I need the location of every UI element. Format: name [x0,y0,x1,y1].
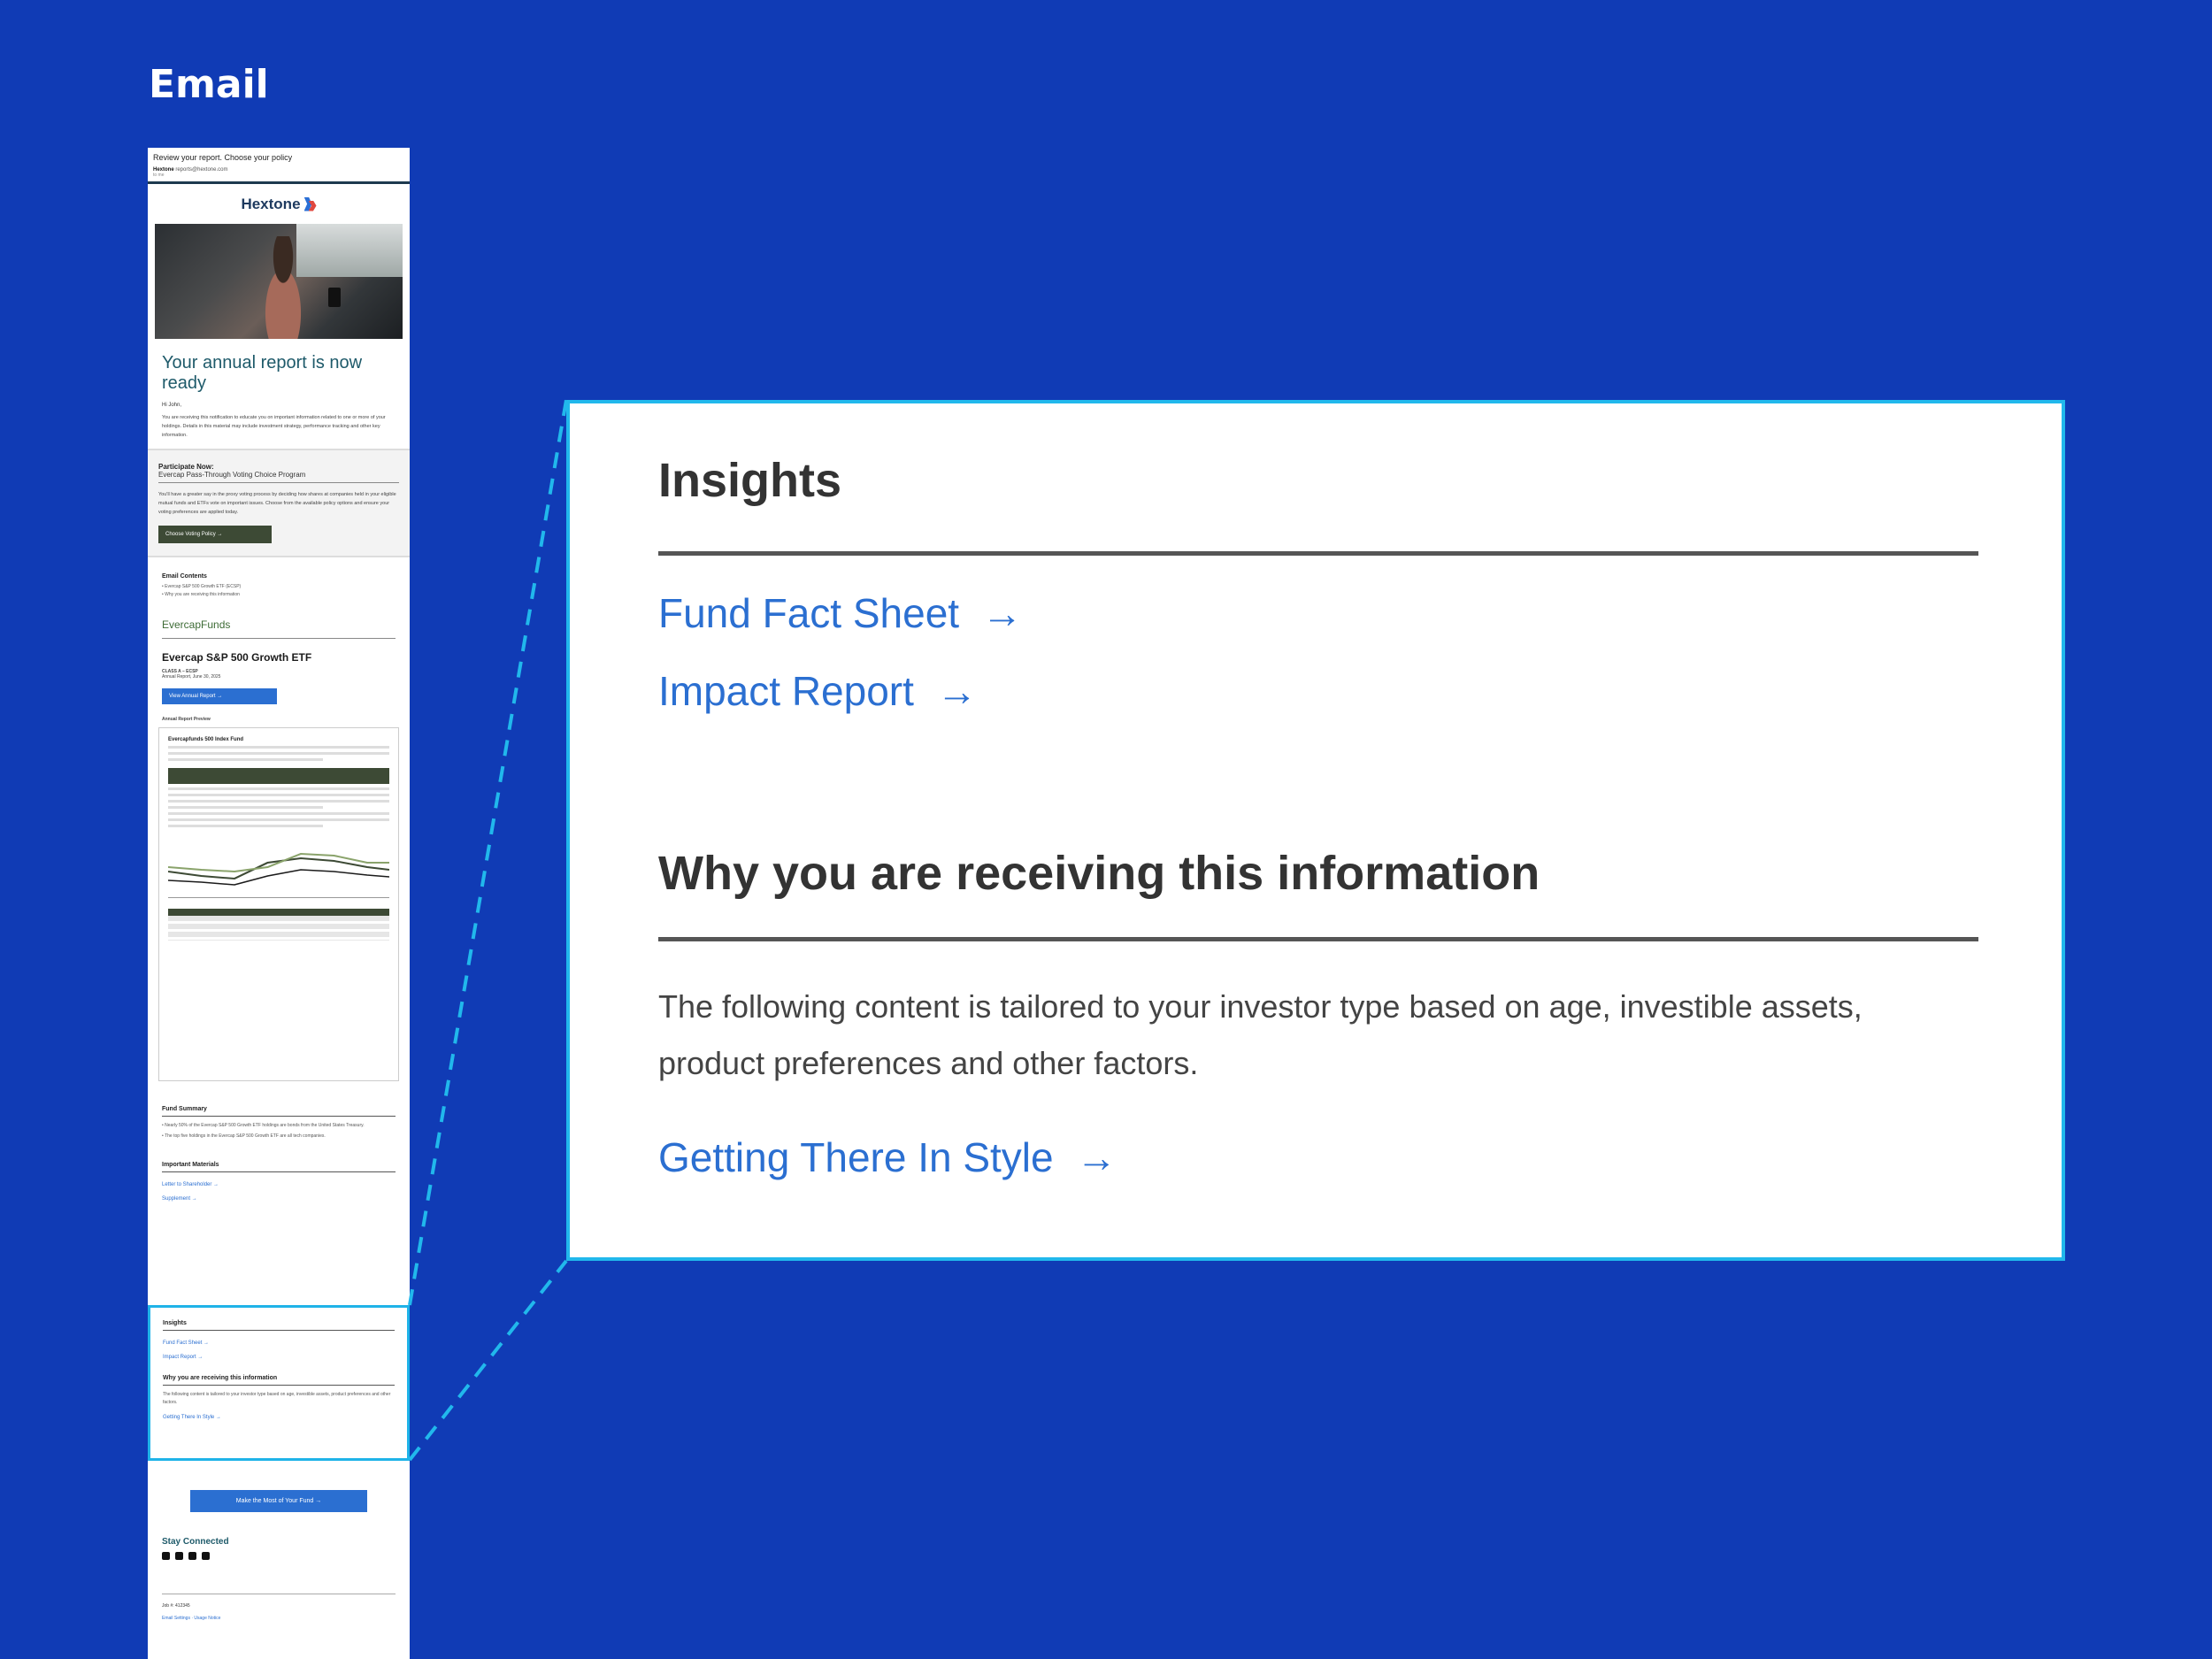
connector-top [408,399,568,1306]
zoom-link-label: Fund Fact Sheet [658,590,960,636]
zoom-fund-fact-sheet-link[interactable]: Fund Fact Sheet → [658,589,1023,637]
zoom-why-heading: Why you are receiving this information [658,847,1540,900]
zoom-insights-heading: Insights [658,454,842,507]
arrow-right-icon: → [1076,1134,1118,1180]
zoom-link-label: Getting There In Style [658,1134,1054,1180]
zoom-divider [658,551,1978,556]
zoom-impact-report-link[interactable]: Impact Report → [658,667,977,715]
insights-zoom-panel: Insights Fund Fact Sheet → Impact Report… [566,400,2065,1261]
zoom-why-text: The following content is tailored to you… [658,988,1863,1081]
arrow-right-icon: → [936,668,978,714]
arrow-right-icon: → [981,590,1023,636]
connector-bottom [408,1259,568,1462]
zoom-divider [658,937,1978,941]
zoom-getting-there-link[interactable]: Getting There In Style → [658,1133,1117,1181]
zoom-link-label: Impact Report [658,668,914,714]
